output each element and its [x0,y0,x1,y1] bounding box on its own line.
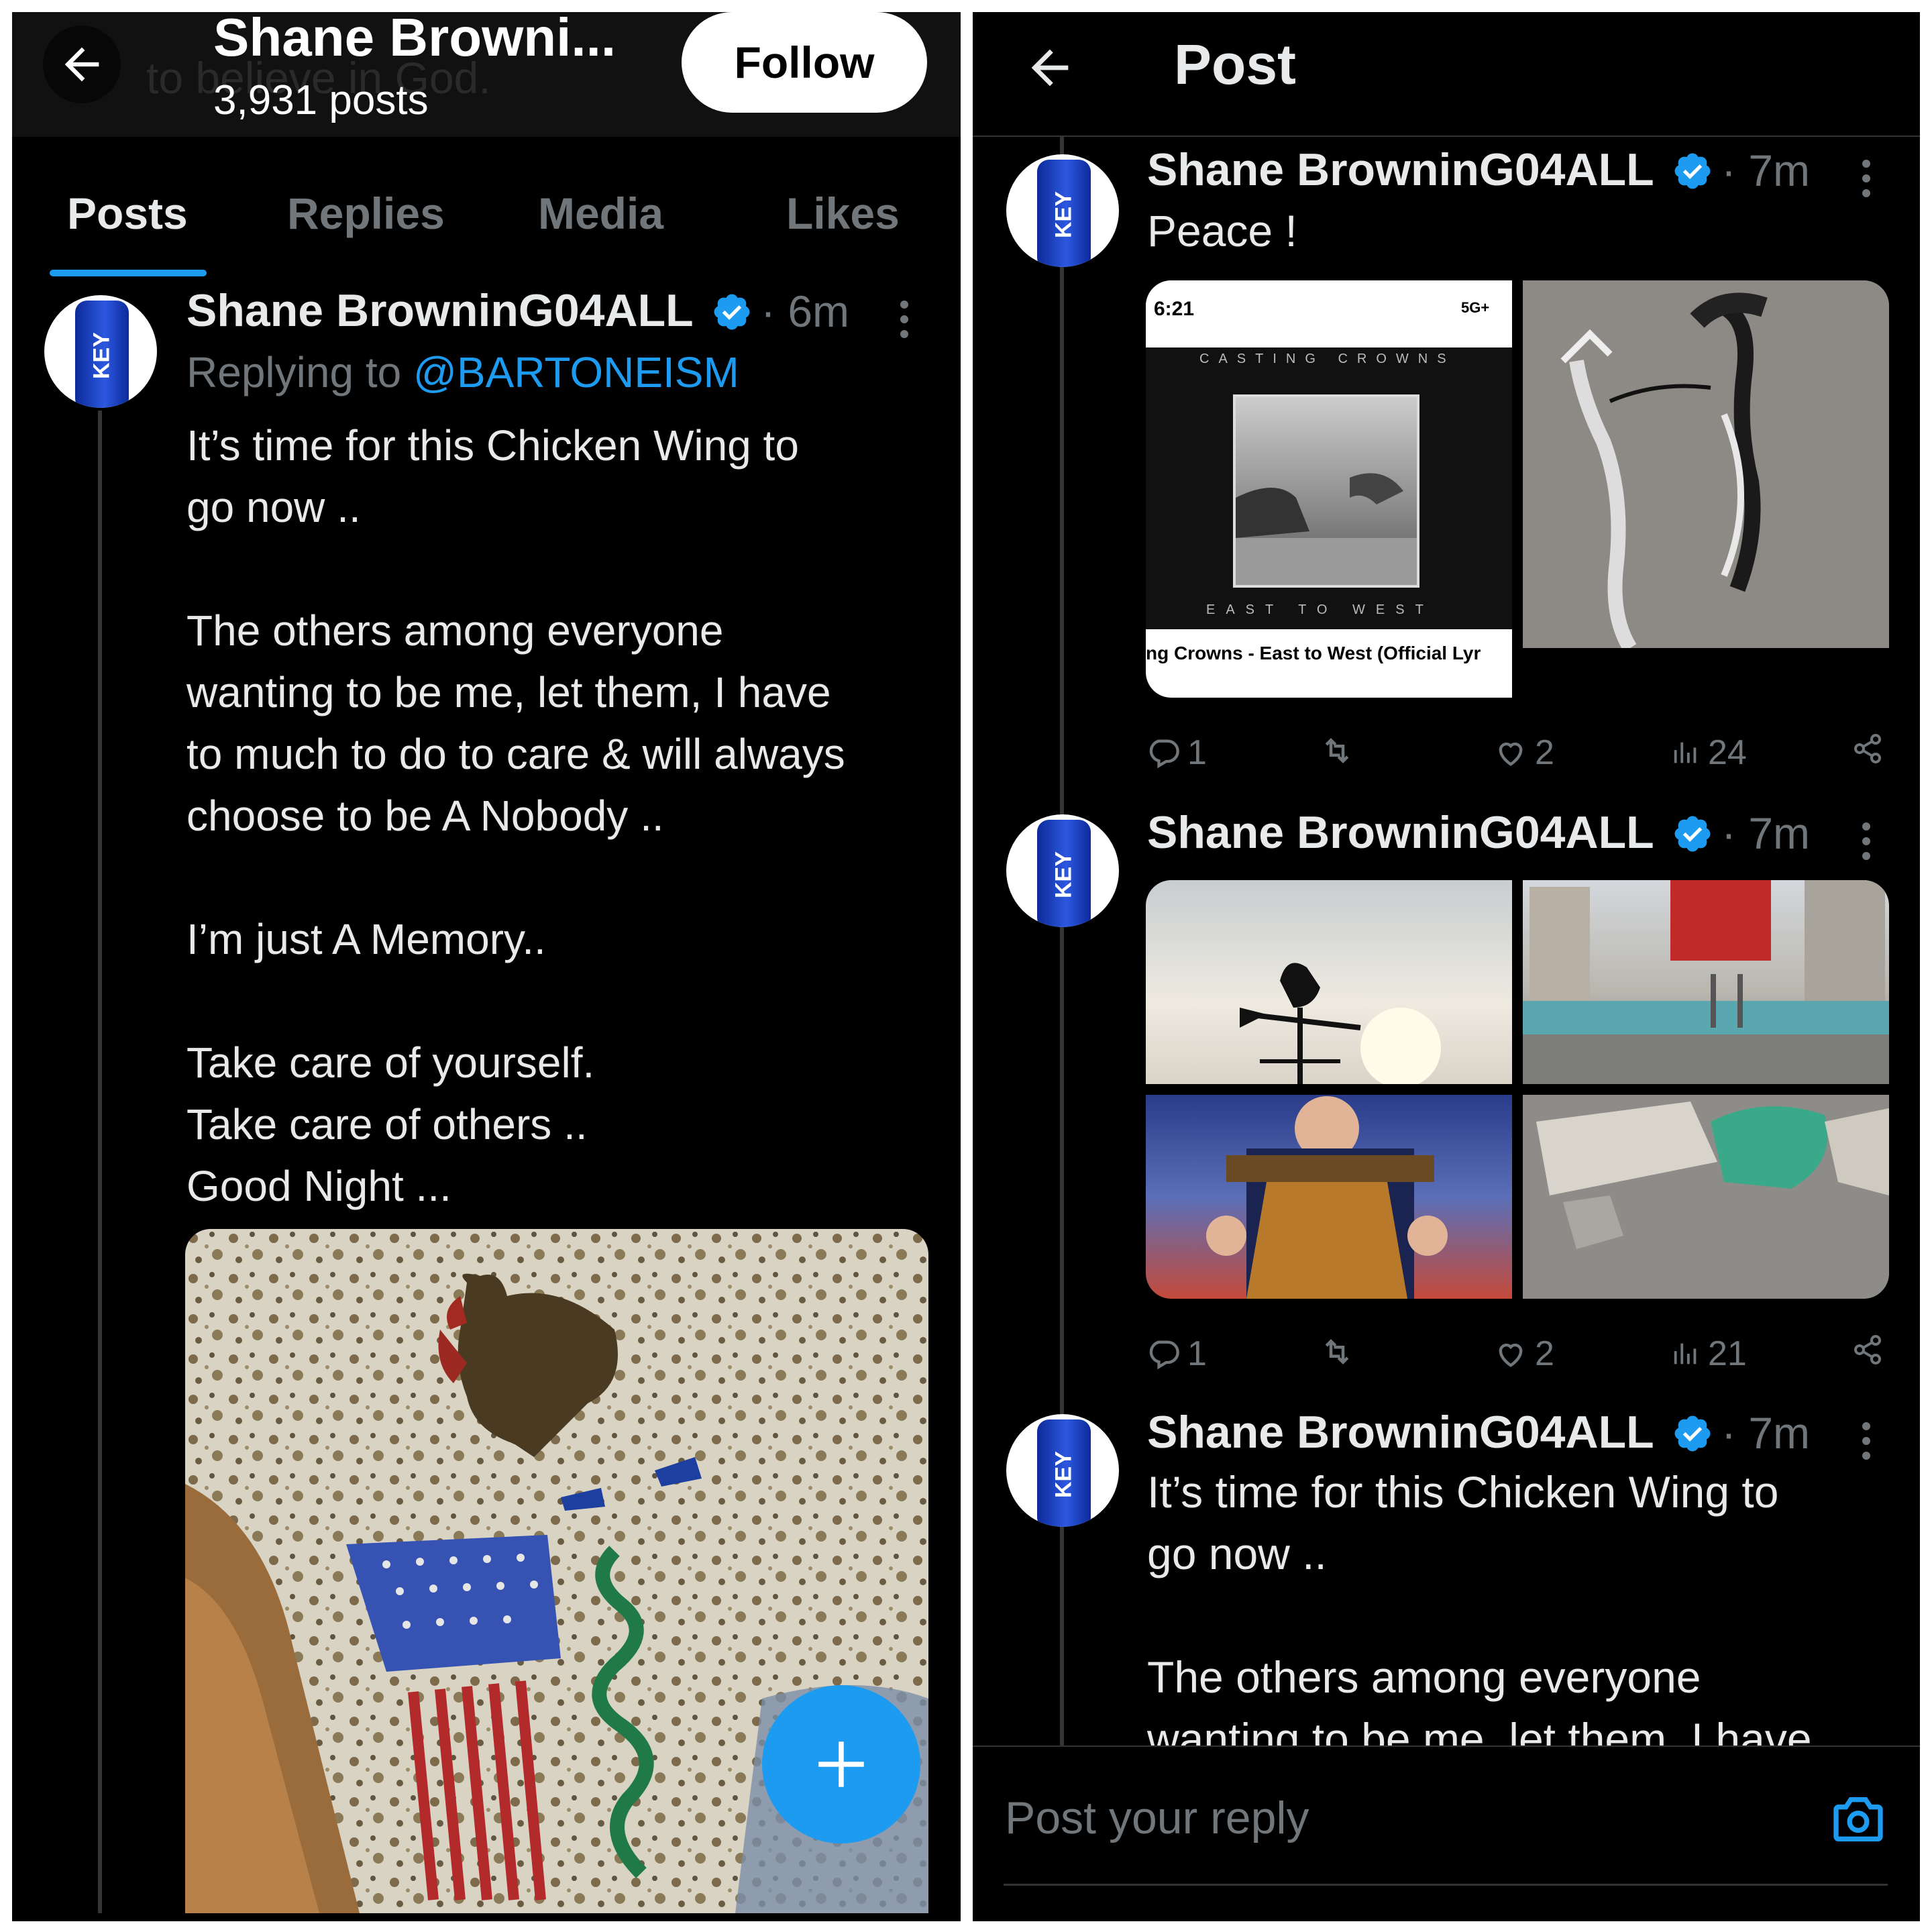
views-action[interactable]: 21 [1670,1334,1747,1374]
like-icon [1499,1343,1523,1367]
like-count: 2 [1535,1334,1554,1373]
avatar[interactable]: KEY [1006,814,1119,927]
verified-icon [1674,1415,1711,1452]
follow-button[interactable]: Follow [682,12,927,113]
media-cell[interactable] [1523,1095,1889,1299]
status-time: 6:21 [1154,298,1195,320]
profile-tabs: Posts Replies Media Likes [12,137,961,284]
post-media-grid[interactable] [1146,880,1889,1299]
more-icon[interactable] [900,301,910,345]
avatar[interactable]: KEY [1006,154,1119,267]
post-text: It’s time for this Chicken Wing to go no… [1147,1467,1812,1764]
avatar[interactable]: KEY [1006,1414,1119,1527]
media-cell[interactable] [1146,880,1512,1084]
reply-icon [1149,739,1179,769]
compose-icon [818,1741,864,1787]
mention-link[interactable]: @BARTONEISM [413,348,739,396]
replying-to: Replying to @BARTONEISM [186,347,739,397]
thread-line [98,411,102,1913]
tab-media[interactable]: Media [538,188,663,239]
sketch-artwork [1523,280,1889,648]
reply-count: 1 [1187,1334,1207,1373]
posts-count: 3,931 posts [213,77,429,123]
album-cover: CASTING CROWNS EAST TO WEST [1146,347,1512,629]
post-time: · 6m [761,286,849,336]
post-media-grid[interactable]: 6:21 5G+ CASTING CROWNS EAST TO WEST ng … [1146,280,1889,698]
painted-rocks-photo [1523,1095,1889,1299]
post-author[interactable]: Shane BrowninG04ALL [1147,1406,1654,1458]
verified-icon [714,294,750,330]
replying-prefix: Replying to [186,348,402,396]
media-cell[interactable] [1523,280,1889,648]
post-time: · 7m [1721,1408,1810,1458]
like-count: 2 [1535,733,1554,772]
reply-composer [973,1746,1920,1921]
post-header: Post [973,12,1920,137]
back-button[interactable] [43,25,121,103]
repost-icon [1325,1339,1349,1364]
page-title: Post [1174,33,1297,96]
verified-icon [1674,816,1711,852]
views-count: 21 [1708,1334,1747,1373]
views-count: 24 [1708,733,1747,772]
repost-action[interactable] [1319,1334,1355,1370]
reply-input[interactable] [1004,1780,1744,1856]
post-detail-screen: Post KEY Shane BrowninG04ALL · 7m Peace … [973,12,1920,1921]
views-icon [1674,1343,1697,1364]
status-network: 5G+ [1461,299,1490,316]
tab-replies[interactable]: Replies [287,188,445,239]
liberty-bell-image [1206,1096,1448,1299]
reply-action[interactable]: 1 [1146,733,1207,773]
more-icon[interactable] [1862,1422,1872,1466]
reply-icon [1149,1340,1179,1370]
compose-button[interactable] [762,1685,920,1843]
profile-header: to believe in God. Shane Browni... 3,931… [12,12,961,137]
album-band: CASTING CROWNS [1199,352,1456,366]
share-action[interactable] [1851,1334,1884,1366]
weathervane-photo [1240,963,1441,1084]
camera-icon[interactable] [1829,1790,1888,1849]
media-cell[interactable] [1146,1095,1512,1299]
post-author[interactable]: Shane BrowninG04ALL [186,284,694,337]
post-time: · 7m [1721,146,1810,195]
post-text: Peace ! [1147,206,1297,256]
more-icon[interactable] [1862,160,1872,204]
reply-count: 1 [1187,733,1207,772]
album-title: EAST TO WEST [1206,602,1434,617]
share-icon [1854,1335,1881,1364]
like-icon [1499,742,1523,766]
video-caption: ng Crowns - East to West (Official Lyr [1146,643,1481,663]
media-filmstrip [1523,648,1889,698]
profile-screen: to believe in God. Shane Browni... 3,931… [12,12,961,1921]
share-icon [1854,734,1881,763]
back-arrow-icon[interactable] [1022,40,1077,95]
media-cell[interactable]: 6:21 5G+ CASTING CROWNS EAST TO WEST ng … [1146,280,1512,698]
post-time: · 7m [1721,808,1810,858]
verified-icon [1674,153,1711,189]
back-arrow-icon [64,47,99,82]
share-action[interactable] [1851,733,1884,765]
post-author[interactable]: Shane BrowninG04ALL [1147,144,1654,196]
like-action[interactable]: 2 [1493,733,1554,773]
input-underline [1004,1884,1888,1886]
repost-action[interactable] [1319,733,1355,769]
more-icon[interactable] [1862,822,1872,867]
love-park-photo [1523,880,1889,1084]
reply-action[interactable]: 1 [1146,1334,1207,1374]
album-art [1233,394,1419,588]
active-tab-indicator [50,270,207,276]
media-cell[interactable] [1523,880,1889,1084]
post-author[interactable]: Shane BrowninG04ALL [1147,806,1654,859]
tab-likes[interactable]: Likes [786,188,900,239]
views-icon [1674,742,1697,763]
profile-name: Shane Browni... [213,12,616,67]
post-text: It’s time for this Chicken Wing to go no… [186,421,845,1210]
like-action[interactable]: 2 [1493,1334,1554,1374]
tab-posts[interactable]: Posts [67,188,188,239]
views-action[interactable]: 24 [1670,733,1747,773]
avatar[interactable]: KEY [44,295,157,408]
repost-icon [1325,738,1349,763]
